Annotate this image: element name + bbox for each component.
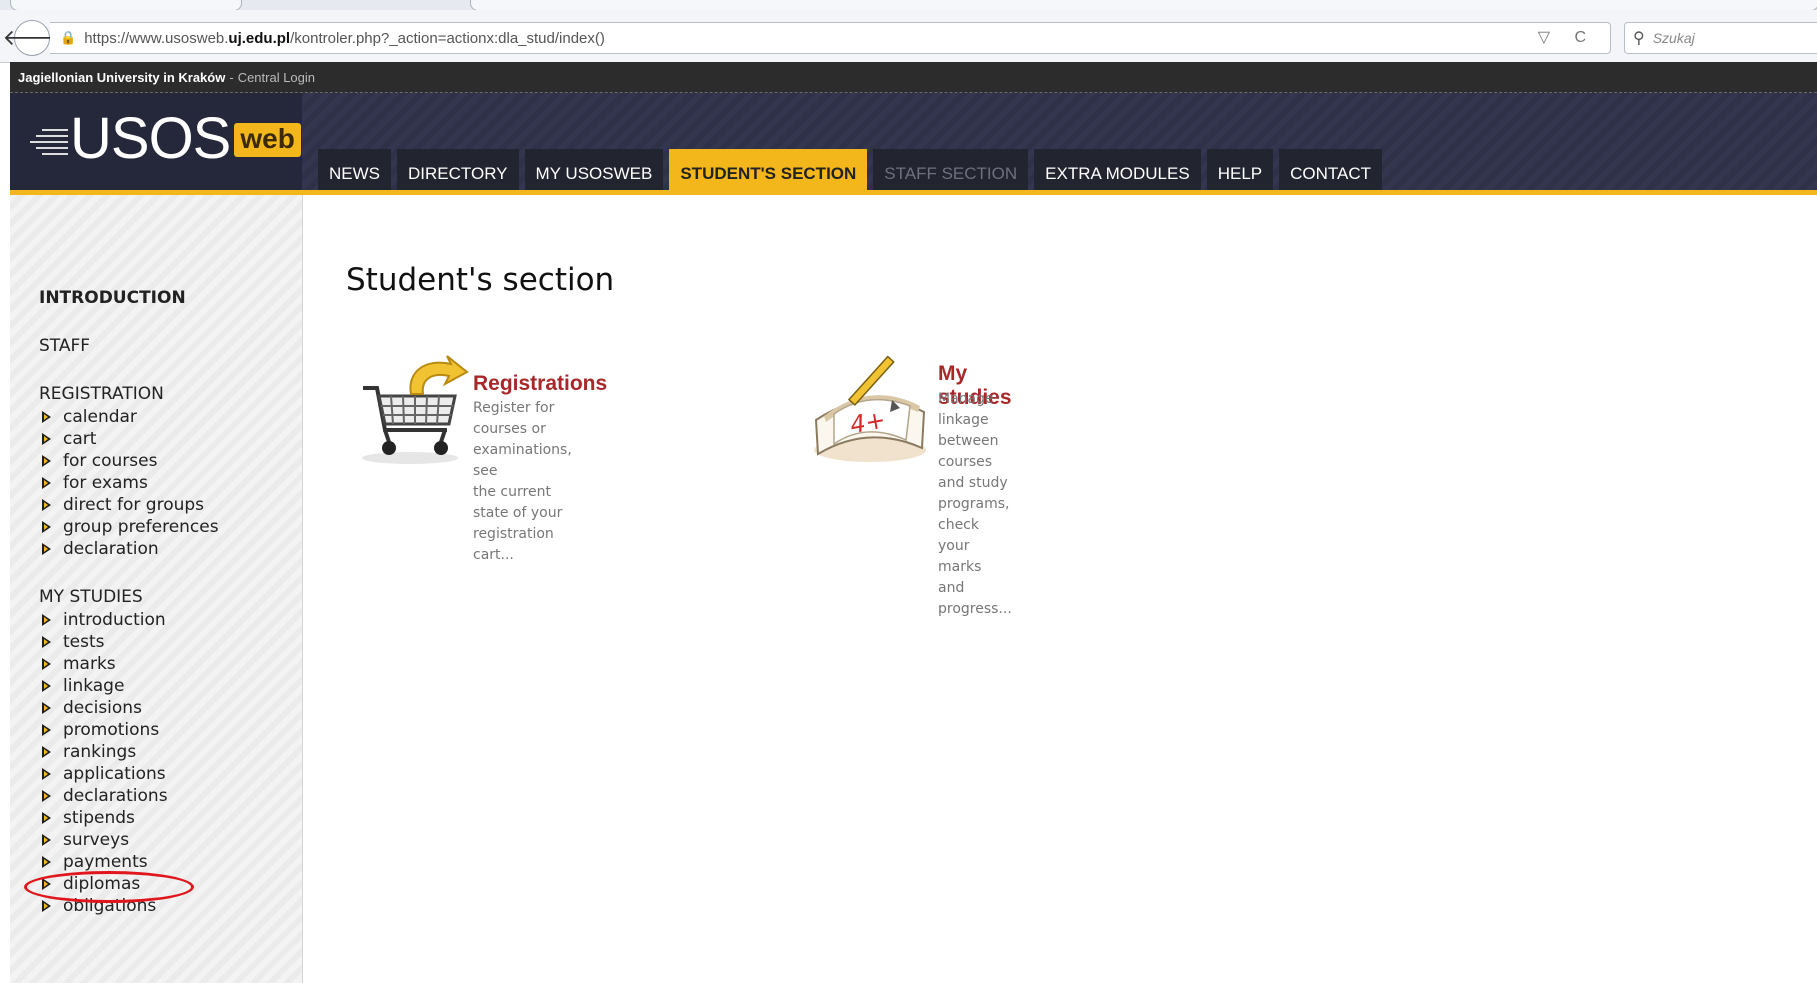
registrations-description: Register for courses or examinations, se… [473,400,572,563]
tab-news[interactable]: NEWS [318,149,391,190]
bullet-icon [42,680,52,692]
reload-icon[interactable]: ▽ C [1538,27,1596,47]
sidebar-item-declaration[interactable]: declaration [42,538,159,560]
bullet-icon [42,834,52,846]
logo-area: USOS web [10,93,302,190]
sidebar-item-rankings[interactable]: rankings [42,741,136,763]
bullet-icon [42,499,52,511]
sidebar-item-tests[interactable]: tests [42,631,105,653]
sidebar-item-payments[interactable]: payments [42,851,148,873]
bullet-icon [42,521,52,533]
back-button[interactable]: 🡐 [3,20,62,56]
browser-tab-strip [0,0,1817,11]
annotation-highlight-ellipse [24,871,194,903]
bullet-icon [42,614,52,626]
bullet-icon [42,702,52,714]
sidebar-item-cart[interactable]: cart [42,428,96,450]
bullet-icon [42,543,52,555]
bullet-icon [42,790,52,802]
sidebar-item-marks[interactable]: marks [42,653,116,675]
sidebar-item-calendar[interactable]: calendar [42,406,137,428]
site-header: USOS web NEWS DIRECTORY MY USOSWEB STUDE… [10,93,1817,195]
sidebar-item-promotions[interactable]: promotions [42,719,159,741]
university-bar: Jagiellonian University in Kraków - Cent… [10,62,1817,93]
browser-search-input[interactable]: ⚲ Szukaj [1624,22,1817,54]
sidebar-item-surveys[interactable]: surveys [42,829,129,851]
sidebar-heading-registration[interactable]: REGISTRATION [39,384,164,404]
logo-stripes-icon [28,129,68,159]
url-bar[interactable]: 🔒 https://www.usosweb.uj.edu.pl/kontrole… [50,22,1611,54]
sidebar-item-introduction-studies[interactable]: introduction [42,609,166,631]
sidebar-item-stipends[interactable]: stipends [42,807,135,829]
bullet-icon [42,658,52,670]
sidebar-item-linkage[interactable]: linkage [42,675,124,697]
bullet-icon [42,812,52,824]
main-nav: NEWS DIRECTORY MY USOSWEB STUDENT'S SECT… [318,149,1388,190]
bullet-icon [42,477,52,489]
sidebar-item-for-courses[interactable]: for courses [42,450,157,472]
lock-icon: 🔒 [60,30,77,45]
notebook-pencil-icon[interactable]: 4+ [810,350,930,465]
sidebar-item-for-exams[interactable]: for exams [42,472,148,494]
tab-my-usosweb[interactable]: MY USOSWEB [524,149,664,190]
search-icon: ⚲ [1633,30,1645,47]
sidebar-item-group-preferences[interactable]: group preferences [42,516,219,538]
bullet-icon [42,433,52,445]
sidebar-item-staff[interactable]: STAFF [39,336,90,356]
bullet-icon [42,724,52,736]
bullet-icon [42,636,52,648]
logo-usos-text: USOS [70,106,231,171]
sidebar-item-decisions[interactable]: decisions [42,697,142,719]
university-name[interactable]: Jagiellonian University in Kraków [18,70,225,85]
bullet-icon [42,768,52,780]
tab-directory[interactable]: DIRECTORY [397,149,519,190]
usosweb-logo[interactable]: USOS web [28,106,301,171]
central-login-link[interactable]: Central Login [238,70,315,85]
sidebar-heading-my-studies[interactable]: MY STUDIES [39,587,143,607]
sidebar: INTRODUCTION STAFF REGISTRATION calendar… [10,195,303,983]
my-studies-description: Manage linkage between courses and study… [938,391,1012,617]
shopping-cart-icon[interactable] [355,350,475,470]
bullet-icon [42,900,52,912]
tab-contact[interactable]: CONTACT [1279,149,1383,190]
browser-toolbar: 🡐 🔒 https://www.usosweb.uj.edu.pl/kontro… [0,10,1817,63]
registrations-title[interactable]: Registrations [473,372,607,396]
bullet-icon [42,455,52,467]
sidebar-item-introduction[interactable]: INTRODUCTION [39,288,186,308]
tab-extra-modules[interactable]: EXTRA MODULES [1034,149,1201,190]
page-title: Student's section [346,262,615,298]
tab-help[interactable]: HELP [1206,149,1274,190]
tab-students-section[interactable]: STUDENT'S SECTION [669,149,868,190]
search-placeholder: Szukaj [1652,30,1695,46]
separator: - [229,69,234,85]
bullet-icon [42,856,52,868]
sidebar-item-declarations[interactable]: declarations [42,785,168,807]
tab-staff-section[interactable]: STAFF SECTION [873,149,1029,190]
url-text: https://www.usosweb.uj.edu.pl/kontroler.… [84,29,605,47]
sidebar-item-direct-for-groups[interactable]: direct for groups [42,494,204,516]
sidebar-item-applications[interactable]: applications [42,763,166,785]
bullet-icon [42,411,52,423]
logo-web-badge: web [234,123,301,157]
bullet-icon [42,746,52,758]
page: Jagiellonian University in Kraków - Cent… [10,62,1817,983]
